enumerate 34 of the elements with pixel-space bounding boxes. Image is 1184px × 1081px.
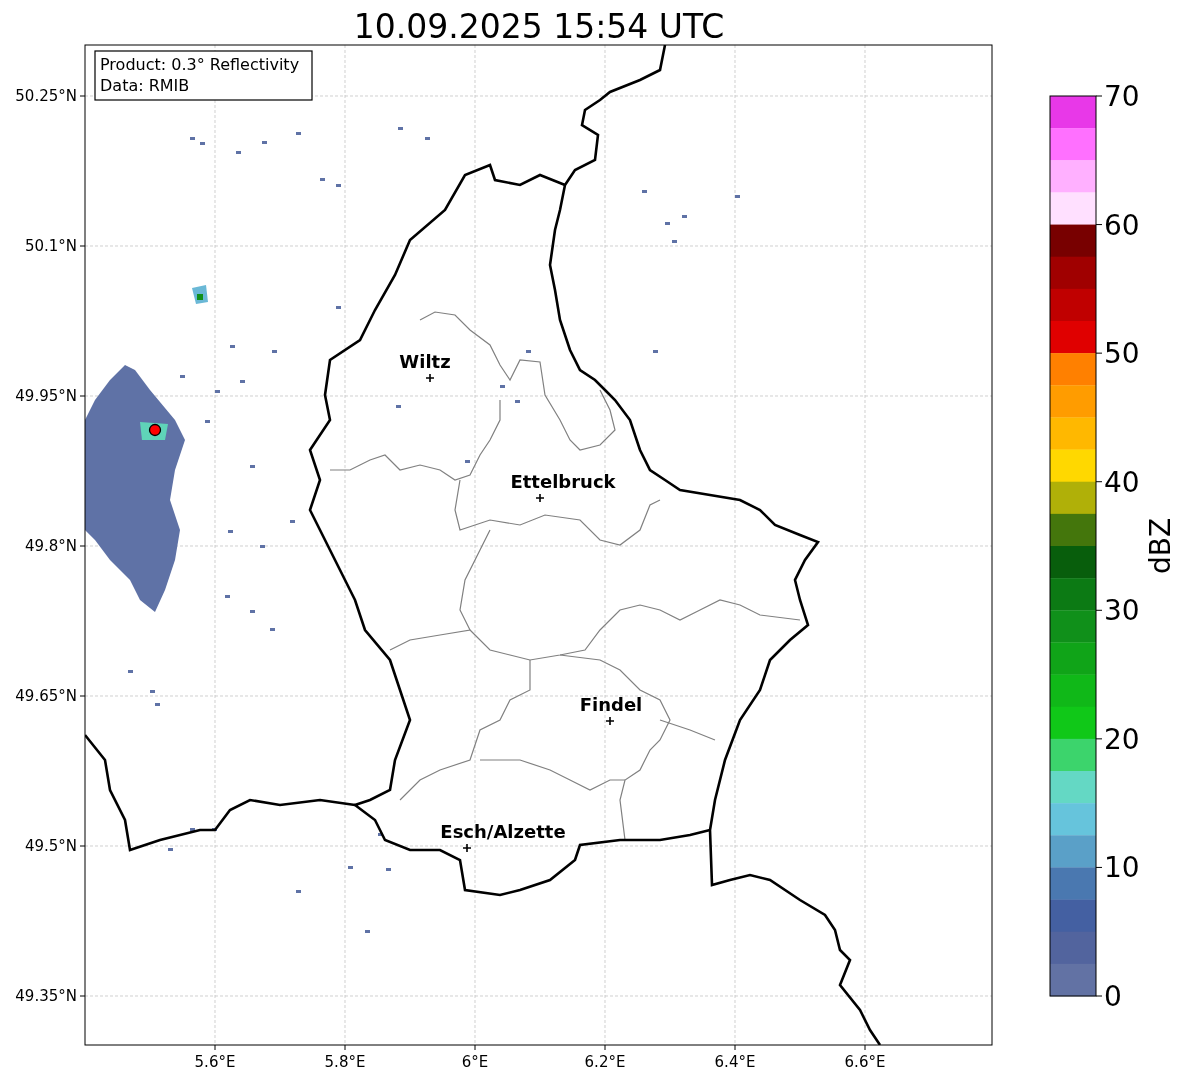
colorbar-tick-label: 70: [1104, 80, 1140, 113]
city-marker-icon: [535, 493, 545, 503]
latitude-tick-label: 49.95°N: [15, 387, 77, 405]
radar-station-marker: [148, 423, 162, 437]
colorbar-tick-label: 40: [1104, 465, 1140, 499]
colorbar-tick-label: 30: [1104, 594, 1140, 628]
colorbar-label: dBZ: [1144, 517, 1177, 575]
longitude-tick-label: 6.6°E: [844, 1053, 886, 1071]
colorbar-tick-label: 60: [1104, 208, 1140, 242]
colorbar-tick-label: 10: [1104, 851, 1140, 885]
latitude-tick-label: 50.1°N: [24, 237, 77, 255]
latitude-tick-label: 49.8°N: [24, 537, 77, 555]
city-marker-icon: [425, 373, 435, 383]
latitude-tick-label: 49.65°N: [15, 687, 77, 705]
longitude-tick-label: 5.6°E: [194, 1053, 236, 1071]
longitude-tick-label: 6°E: [461, 1053, 489, 1071]
colorbar-tick-label: 0: [1104, 980, 1122, 1013]
longitude-tick-label: 6.2°E: [584, 1053, 626, 1071]
city-label: Wiltz: [399, 351, 451, 372]
latitude-tick-label: 49.35°N: [15, 987, 77, 1005]
latitude-tick-label: 50.25°N: [15, 87, 77, 105]
longitude-tick-label: 5.8°E: [324, 1053, 366, 1071]
city-label: Ettelbruck: [510, 471, 616, 492]
colorbar-tick-label: 50: [1104, 337, 1140, 371]
city-label: Findel: [579, 694, 643, 715]
colorbar-tick-label: 20: [1104, 722, 1140, 756]
longitude-tick-label: 6.4°E: [714, 1053, 756, 1071]
info-text: Product: 0.3° Reflectivity: [100, 55, 300, 74]
city-label: Esch/Alzette: [440, 821, 566, 842]
city-marker-icon: [605, 716, 615, 726]
chart-title: 10.09.2025 15:54 UTC: [353, 7, 725, 46]
info-text: Data: RMIB: [100, 76, 190, 95]
latitude-tick-label: 49.5°N: [24, 837, 77, 855]
city-marker-icon: [462, 843, 472, 853]
